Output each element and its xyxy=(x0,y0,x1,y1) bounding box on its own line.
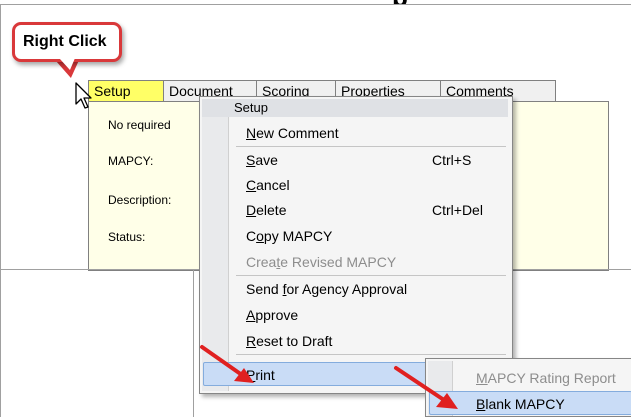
menu-item-save[interactable]: Save Ctrl+S xyxy=(200,148,510,172)
menu-item-create-revised-mapcy: Create Revised MAPCY xyxy=(200,250,510,274)
menu-item-new-comment[interactable]: New Comment xyxy=(200,121,510,145)
menu-item-delete[interactable]: Delete Ctrl+Del xyxy=(200,198,510,222)
tab-setup[interactable]: Setup xyxy=(88,80,164,102)
menu-separator xyxy=(236,354,506,355)
menu-item-label: Send for Agency Approval xyxy=(246,281,408,297)
menu-item-label: Approve xyxy=(246,307,299,323)
menu-item-label: MAPCY Rating Report xyxy=(476,370,616,386)
menu-header-label: Setup xyxy=(234,100,268,115)
menu-item-shortcut: Ctrl+Del xyxy=(432,202,483,218)
red-arrow-icon xyxy=(394,366,458,409)
status-label: Status: xyxy=(108,230,146,244)
menu-item-label: Create Revised MAPCY xyxy=(246,254,397,270)
right-click-callout: Right Click xyxy=(12,22,122,62)
callout-text: Right Click xyxy=(23,33,107,50)
menu-item-send-for-agency-approval[interactable]: Send for Agency Approval xyxy=(200,277,510,301)
mapcy-label: MAPCY: xyxy=(108,154,154,168)
menu-separator xyxy=(236,275,506,276)
tab-label: Setup xyxy=(94,83,131,99)
menu-item-approve[interactable]: Approve xyxy=(200,303,510,327)
required-notice: No required xyxy=(108,118,171,132)
menu-item-label: Copy MAPCY xyxy=(246,228,333,244)
menu-header: Setup xyxy=(202,99,508,117)
menu-item-label: New Comment xyxy=(246,125,339,141)
red-arrow-icon xyxy=(200,345,254,383)
panel-divider-vertical xyxy=(193,270,194,417)
menu-item-copy-mapcy[interactable]: Copy MAPCY xyxy=(200,224,510,248)
arrow-cursor-icon xyxy=(75,82,92,109)
menu-item-cancel[interactable]: Cancel xyxy=(200,173,510,197)
menu-separator xyxy=(236,146,506,147)
menu-item-shortcut: Ctrl+S xyxy=(432,152,472,168)
callout-tail-fill xyxy=(59,58,79,70)
menu-item-label: Blank MAPCY xyxy=(476,396,565,412)
menu-item-label: Delete xyxy=(246,202,287,218)
menu-item-label: Save xyxy=(246,152,278,168)
description-label: Description: xyxy=(108,193,172,207)
menu-item-label: Cancel xyxy=(246,177,290,193)
